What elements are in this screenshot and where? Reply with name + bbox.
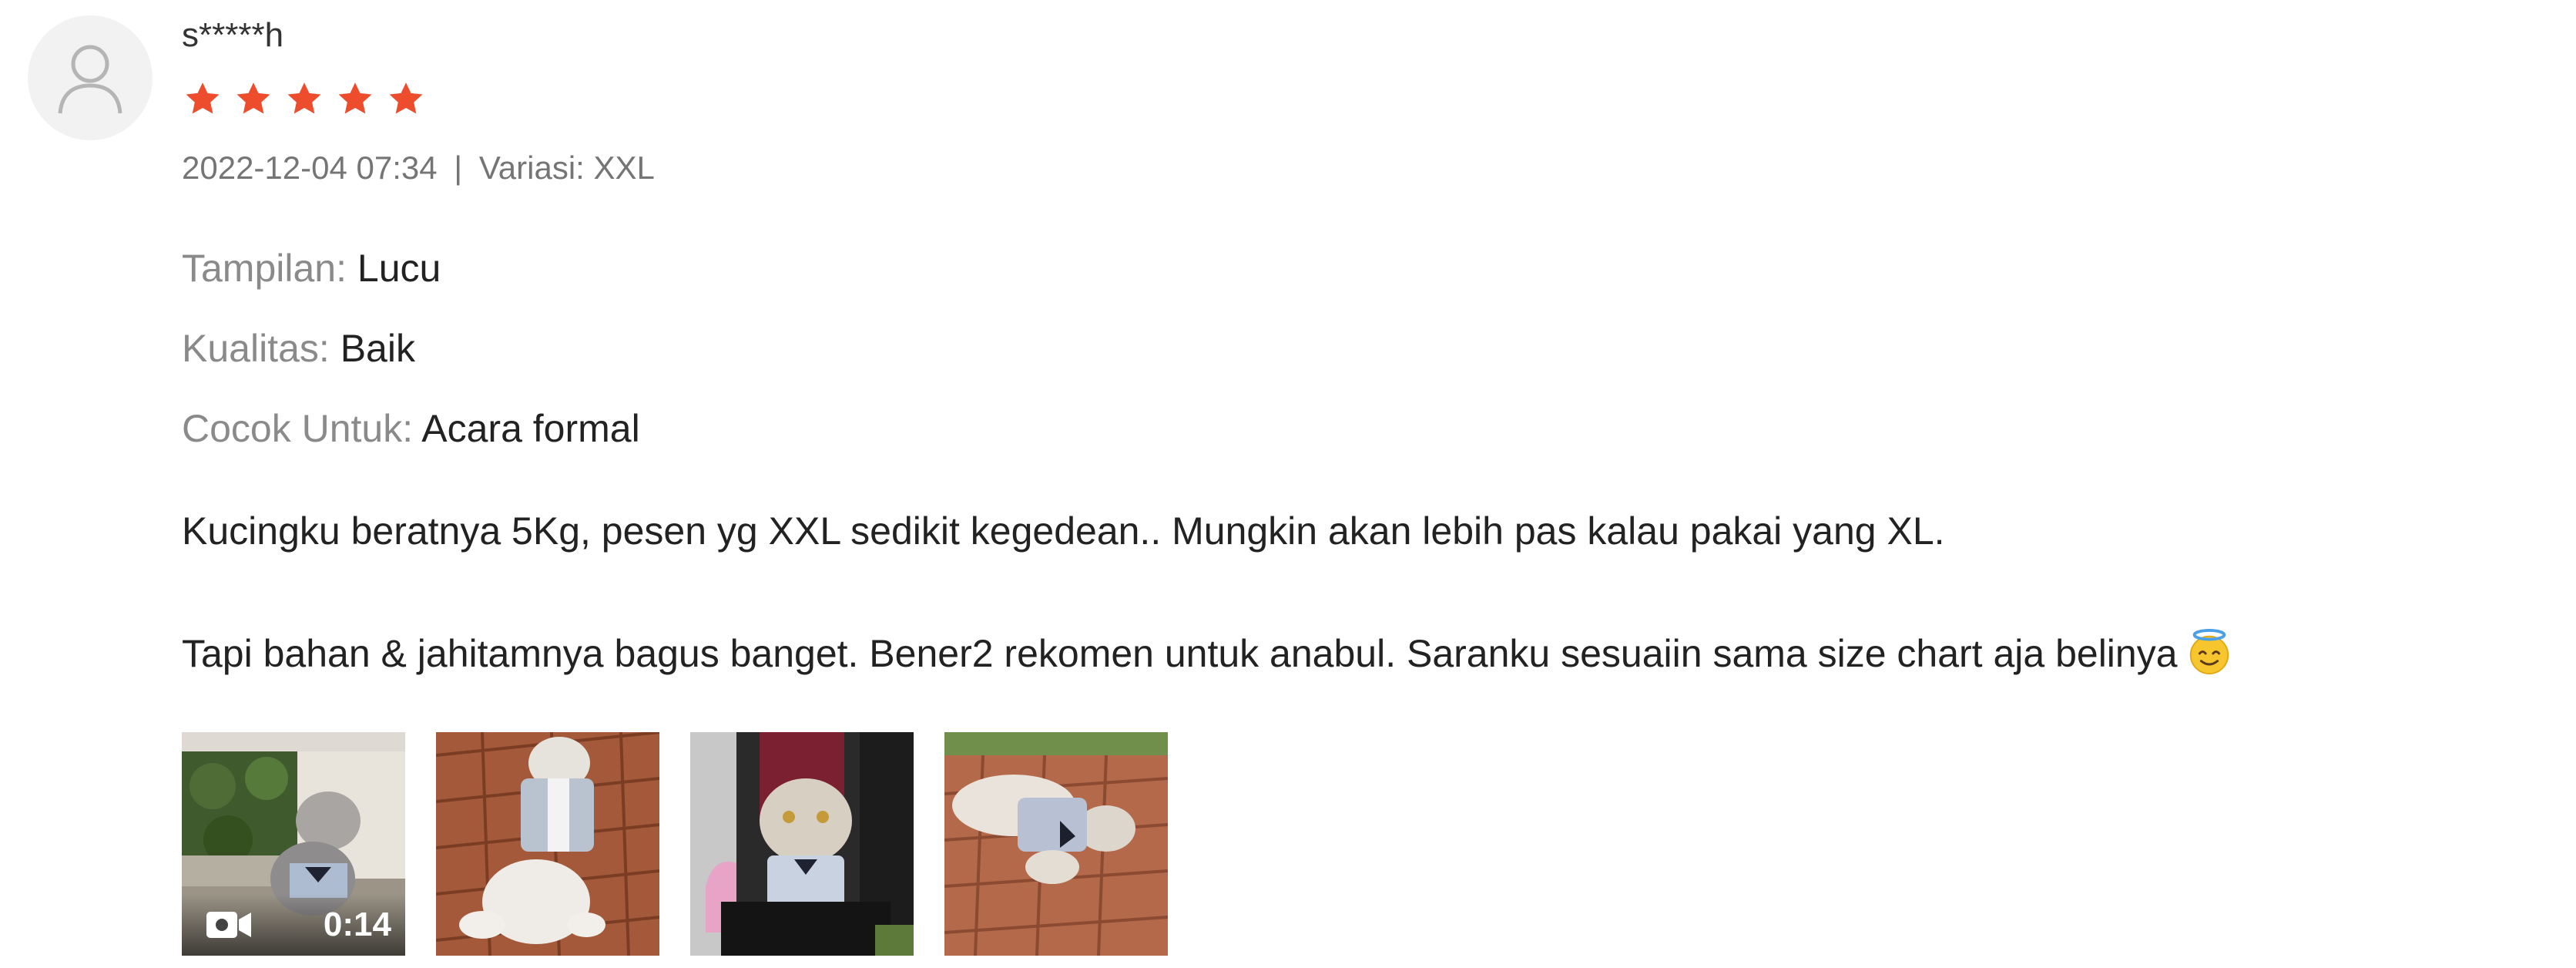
media-thumbnail-image[interactable] [436, 732, 659, 956]
star-icon [186, 82, 220, 114]
review-item: s*****h 2022-12-04 07:34 | Variasi: XXL … [0, 0, 2576, 968]
smiling-face-with-halo-icon [2189, 628, 2229, 675]
attribute-label: Kualitas: [182, 327, 330, 370]
video-overlay: 0:14 [182, 894, 405, 956]
avatar[interactable] [28, 15, 153, 140]
video-camera-icon [206, 912, 251, 938]
review-photo [436, 732, 659, 956]
variation-value: XXL [593, 150, 655, 186]
star-icon [338, 82, 372, 114]
review-date: 2022-12-04 07:34 [182, 150, 438, 186]
review-comment-line: Tapi bahan & jahitamnya bagus banget. Be… [182, 627, 2233, 681]
attribute-label: Cocok Untuk: [182, 407, 414, 450]
media-thumbnail-image[interactable] [944, 732, 1168, 956]
reviewer-name: s*****h [182, 16, 284, 54]
review-photo [690, 732, 914, 956]
review-photo [944, 732, 1168, 956]
review-media-list: 0:14 [182, 732, 1168, 956]
attribute-value: Lucu [357, 247, 441, 290]
video-duration: 0:14 [323, 906, 391, 943]
review-comment-line: Kucingku beratnya 5Kg, pesen yg XXL sedi… [182, 509, 1945, 553]
attribute-value: Baik [340, 327, 415, 370]
attribute-label: Tampilan: [182, 247, 347, 290]
variation-label: Variasi: [478, 150, 585, 186]
rating-stars [183, 80, 425, 119]
user-icon [58, 45, 122, 114]
attribute-appearance: Tampilan: Lucu [182, 242, 441, 294]
media-thumbnail-image[interactable] [690, 732, 914, 956]
media-thumbnail-video[interactable]: 0:14 [182, 732, 405, 956]
attribute-suitable-for: Cocok Untuk: Acara formal [182, 402, 640, 455]
attribute-quality: Kualitas: Baik [182, 322, 415, 375]
meta-separator: | [454, 150, 463, 186]
review-meta: 2022-12-04 07:34 | Variasi: XXL [182, 146, 655, 190]
review-comment-text: Tapi bahan & jahitamnya bagus banget. Be… [182, 632, 2178, 675]
star-icon [236, 82, 270, 114]
star-icon [389, 82, 423, 114]
star-icon [287, 82, 321, 114]
attribute-value: Acara formal [421, 407, 640, 450]
